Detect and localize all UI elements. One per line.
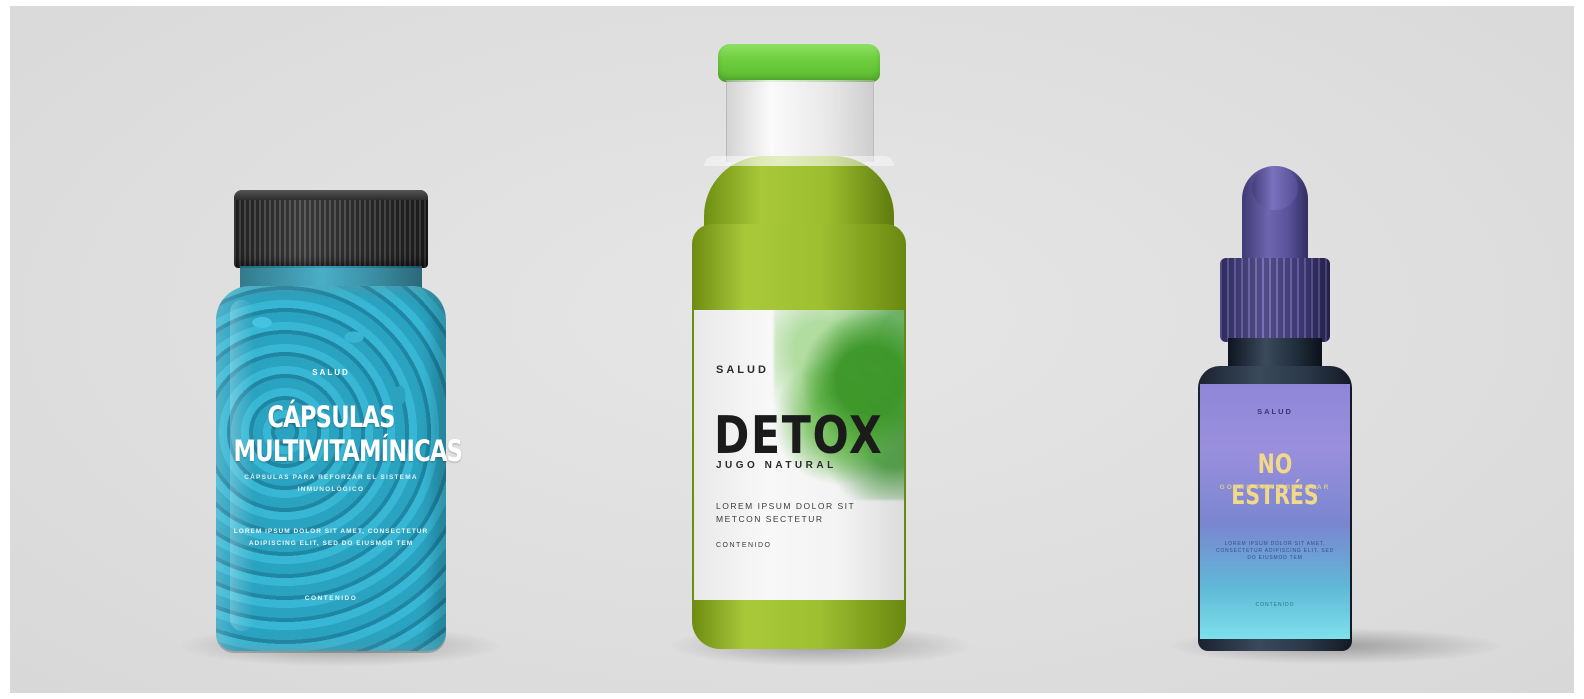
jar-contents-label: CONTENIDO <box>304 595 358 602</box>
green-splash-graphic <box>774 310 904 500</box>
bottle-contents-label: CONTENIDO <box>716 542 772 549</box>
dropper-label: SALUD NO ESTRÉS GOTAS PARA RELAJAR LOREM… <box>1200 384 1350 639</box>
bottle-cap <box>718 44 880 82</box>
bottle-brand-text: SALUD <box>716 364 769 376</box>
capsule-jar: SALUD CÁPSULAS MULTIVITAMÍNICAS CÁPSULAS… <box>206 190 463 655</box>
bottle-subtitle: JUGO NATURAL <box>716 460 837 471</box>
dropper-subtitle: GOTAS PARA RELAJAR <box>1219 484 1331 491</box>
bottle-label: SALUD DETOX JUGO NATURAL LOREM IPSUM DOL… <box>694 310 904 600</box>
bottle-description: LOREM IPSUM DOLOR SIT METCON SECTETUR <box>716 501 856 524</box>
jar-title-line2: MULTIVITAMÍNICAS <box>233 434 463 468</box>
product-scene: SALUD CÁPSULAS MULTIVITAMÍNICAS CÁPSULAS… <box>10 6 1574 693</box>
jar-description: LOREM IPSUM DOLOR SIT AMET, CONSECTETUR … <box>233 528 429 547</box>
jar-brand-text: SALUD <box>312 368 350 377</box>
dropper-title: NO ESTRÉS <box>1231 449 1319 511</box>
dropper-body: SALUD NO ESTRÉS GOTAS PARA RELAJAR LOREM… <box>1198 366 1352 651</box>
jar-subtitle: CÁPSULAS PARA REFORZAR EL SISTEMA INMUNO… <box>244 474 418 493</box>
bottle-neck <box>726 80 874 162</box>
detox-bottle: SALUD DETOX JUGO NATURAL LOREM IPSUM DOL… <box>692 44 906 656</box>
dropper-bottle: SALUD NO ESTRÉS GOTAS PARA RELAJAR LOREM… <box>1198 166 1352 651</box>
bottle-title: DETOX <box>714 406 884 466</box>
dropper-collar <box>1220 258 1330 342</box>
bottle-body: SALUD DETOX JUGO NATURAL LOREM IPSUM DOL… <box>692 224 906 649</box>
jar-label: SALUD CÁPSULAS MULTIVITAMÍNICAS CÁPSULAS… <box>206 340 463 640</box>
dropper-contents-label: CONTENIDO <box>1255 602 1295 608</box>
dropper-brand-text: SALUD <box>1257 407 1293 416</box>
jar-cap <box>234 190 428 268</box>
jar-title-line1: CÁPSULAS <box>267 400 395 434</box>
dropper-bulb <box>1242 166 1308 266</box>
dropper-description: LOREM IPSUM DOLOR SIT AMET, CONSECTETUR … <box>1215 541 1335 561</box>
